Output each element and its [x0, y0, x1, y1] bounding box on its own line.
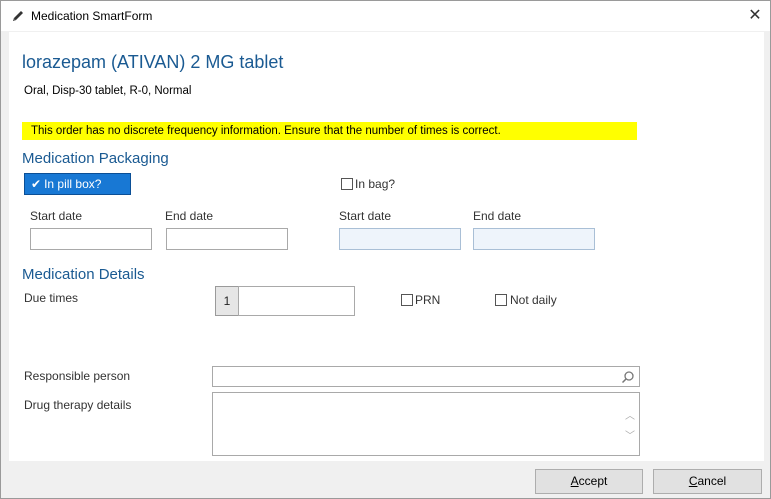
smartform-window: Medication SmartForm ✕ lorazepam (ATIVAN… — [0, 0, 771, 499]
pencil-icon — [13, 11, 23, 21]
bag-start-date-label: Start date — [339, 209, 392, 223]
details-header: Medication Details — [22, 266, 145, 283]
prn-checkbox[interactable]: PRN — [401, 293, 440, 307]
pill-start-date-input[interactable] — [30, 228, 152, 250]
packaging-header: Medication Packaging — [22, 150, 169, 167]
prn-label: PRN — [415, 293, 441, 307]
due-times-count: 1 — [215, 286, 239, 316]
not-daily-label: Not daily — [510, 293, 557, 307]
cancel-label: ancel — [697, 474, 727, 488]
responsible-person-input[interactable] — [212, 366, 640, 387]
due-times-label: Due times — [24, 291, 79, 305]
scroll-down-icon[interactable]: ﹀ — [624, 427, 636, 442]
accept-label: ccept — [578, 474, 608, 488]
cancel-button[interactable]: Cancel — [653, 469, 762, 494]
accept-button[interactable]: Accept — [535, 469, 643, 494]
search-icon[interactable] — [621, 370, 635, 384]
pill-box-checkbox[interactable]: ✔ In pill box? — [24, 173, 131, 195]
drug-title: lorazepam (ATIVAN) 2 MG tablet — [22, 52, 284, 72]
pill-box-label: In pill box? — [44, 177, 102, 191]
due-times-input[interactable] — [238, 286, 355, 316]
bag-end-date-input[interactable] — [473, 228, 595, 250]
drug-therapy-textarea[interactable]: ︿ ﹀ — [212, 392, 640, 456]
bag-start-date-input[interactable] — [339, 228, 461, 250]
pill-end-date-label: End date — [165, 209, 214, 223]
checkmark-icon: ✔ — [31, 177, 42, 191]
drug-details: Oral, Disp-30 tablet, R-0, Normal — [24, 85, 192, 97]
not-daily-checkbox[interactable]: Not daily — [495, 293, 557, 307]
in-bag-label: In bag? — [355, 177, 396, 191]
responsible-person-label: Responsible person — [24, 369, 131, 383]
in-bag-box[interactable] — [341, 178, 353, 190]
close-button[interactable]: ✕ — [744, 5, 766, 27]
frequency-warning: This order has no discrete frequency inf… — [22, 122, 637, 140]
pill-start-date-label: Start date — [30, 209, 83, 223]
not-daily-box[interactable] — [495, 294, 507, 306]
prn-box[interactable] — [401, 294, 413, 306]
bag-end-date-label: End date — [473, 209, 522, 223]
window-title: Medication SmartForm — [31, 9, 153, 23]
form-content: lorazepam (ATIVAN) 2 MG tablet Oral, Dis… — [9, 32, 764, 461]
pill-end-date-input[interactable] — [166, 228, 288, 250]
accept-access-key: A — [570, 474, 579, 488]
scroll-up-icon[interactable]: ︿ — [624, 407, 636, 422]
title-bar: Medication SmartForm ✕ — [1, 1, 770, 31]
in-bag-checkbox[interactable]: In bag? — [341, 177, 395, 191]
drug-therapy-label: Drug therapy details — [24, 398, 132, 412]
